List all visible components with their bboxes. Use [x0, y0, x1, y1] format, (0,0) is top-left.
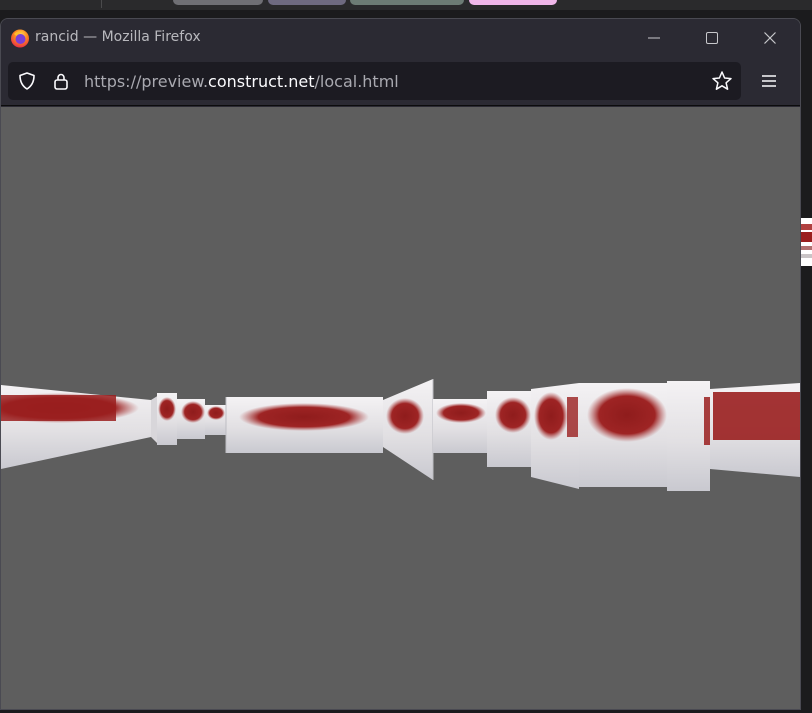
application-menu-button[interactable]: [753, 66, 785, 96]
window-title: rancid — Mozilla Firefox: [35, 29, 201, 45]
bookmark-star-icon: [712, 71, 732, 90]
minimize-icon: [648, 37, 660, 39]
tube-segment: [225, 397, 383, 453]
desktop-separator: [101, 0, 102, 8]
close-icon: [764, 32, 776, 44]
maximize-icon: [706, 32, 718, 44]
url-path: /local.html: [314, 72, 399, 91]
desktop-window-tab[interactable]: [173, 0, 263, 5]
background-window-edge[interactable]: [800, 218, 812, 266]
firefox-logo-icon: [11, 29, 29, 48]
navigation-toolbar: https://preview.construct.net/local.html: [1, 57, 800, 106]
lock-icon: [54, 73, 68, 90]
desktop-window-tab[interactable]: [469, 0, 557, 5]
tube-segment: [383, 379, 434, 480]
tracking-protection-button[interactable]: [16, 70, 38, 92]
tube-segment: [531, 381, 710, 491]
tube-segment: [151, 393, 227, 445]
url-text[interactable]: https://preview.construct.net/local.html: [84, 72, 399, 91]
url-host: construct.net: [208, 72, 315, 91]
maximize-button[interactable]: [683, 19, 741, 57]
shield-icon: [19, 72, 35, 90]
desktop-window-tab[interactable]: [350, 0, 464, 5]
title-bar[interactable]: rancid — Mozilla Firefox: [1, 19, 800, 57]
close-button[interactable]: [741, 19, 799, 57]
tube-segment: [433, 391, 531, 467]
tube-segment: [1, 385, 151, 469]
firefox-window: rancid — Mozilla Firefox https://preview…: [0, 18, 801, 710]
bookmark-button[interactable]: [711, 70, 733, 92]
hamburger-menu-icon: [762, 75, 776, 87]
url-prefix: https://preview.: [84, 72, 209, 91]
web-content-canvas[interactable]: [1, 107, 800, 709]
tube-segment: [710, 383, 800, 477]
site-info-button[interactable]: [50, 70, 72, 92]
3d-tube-scene: [1, 379, 800, 491]
minimize-button[interactable]: [625, 19, 683, 57]
desktop-taskbar-strip: [0, 0, 812, 10]
url-bar[interactable]: https://preview.construct.net/local.html: [8, 62, 741, 100]
desktop-window-tab[interactable]: [268, 0, 346, 5]
